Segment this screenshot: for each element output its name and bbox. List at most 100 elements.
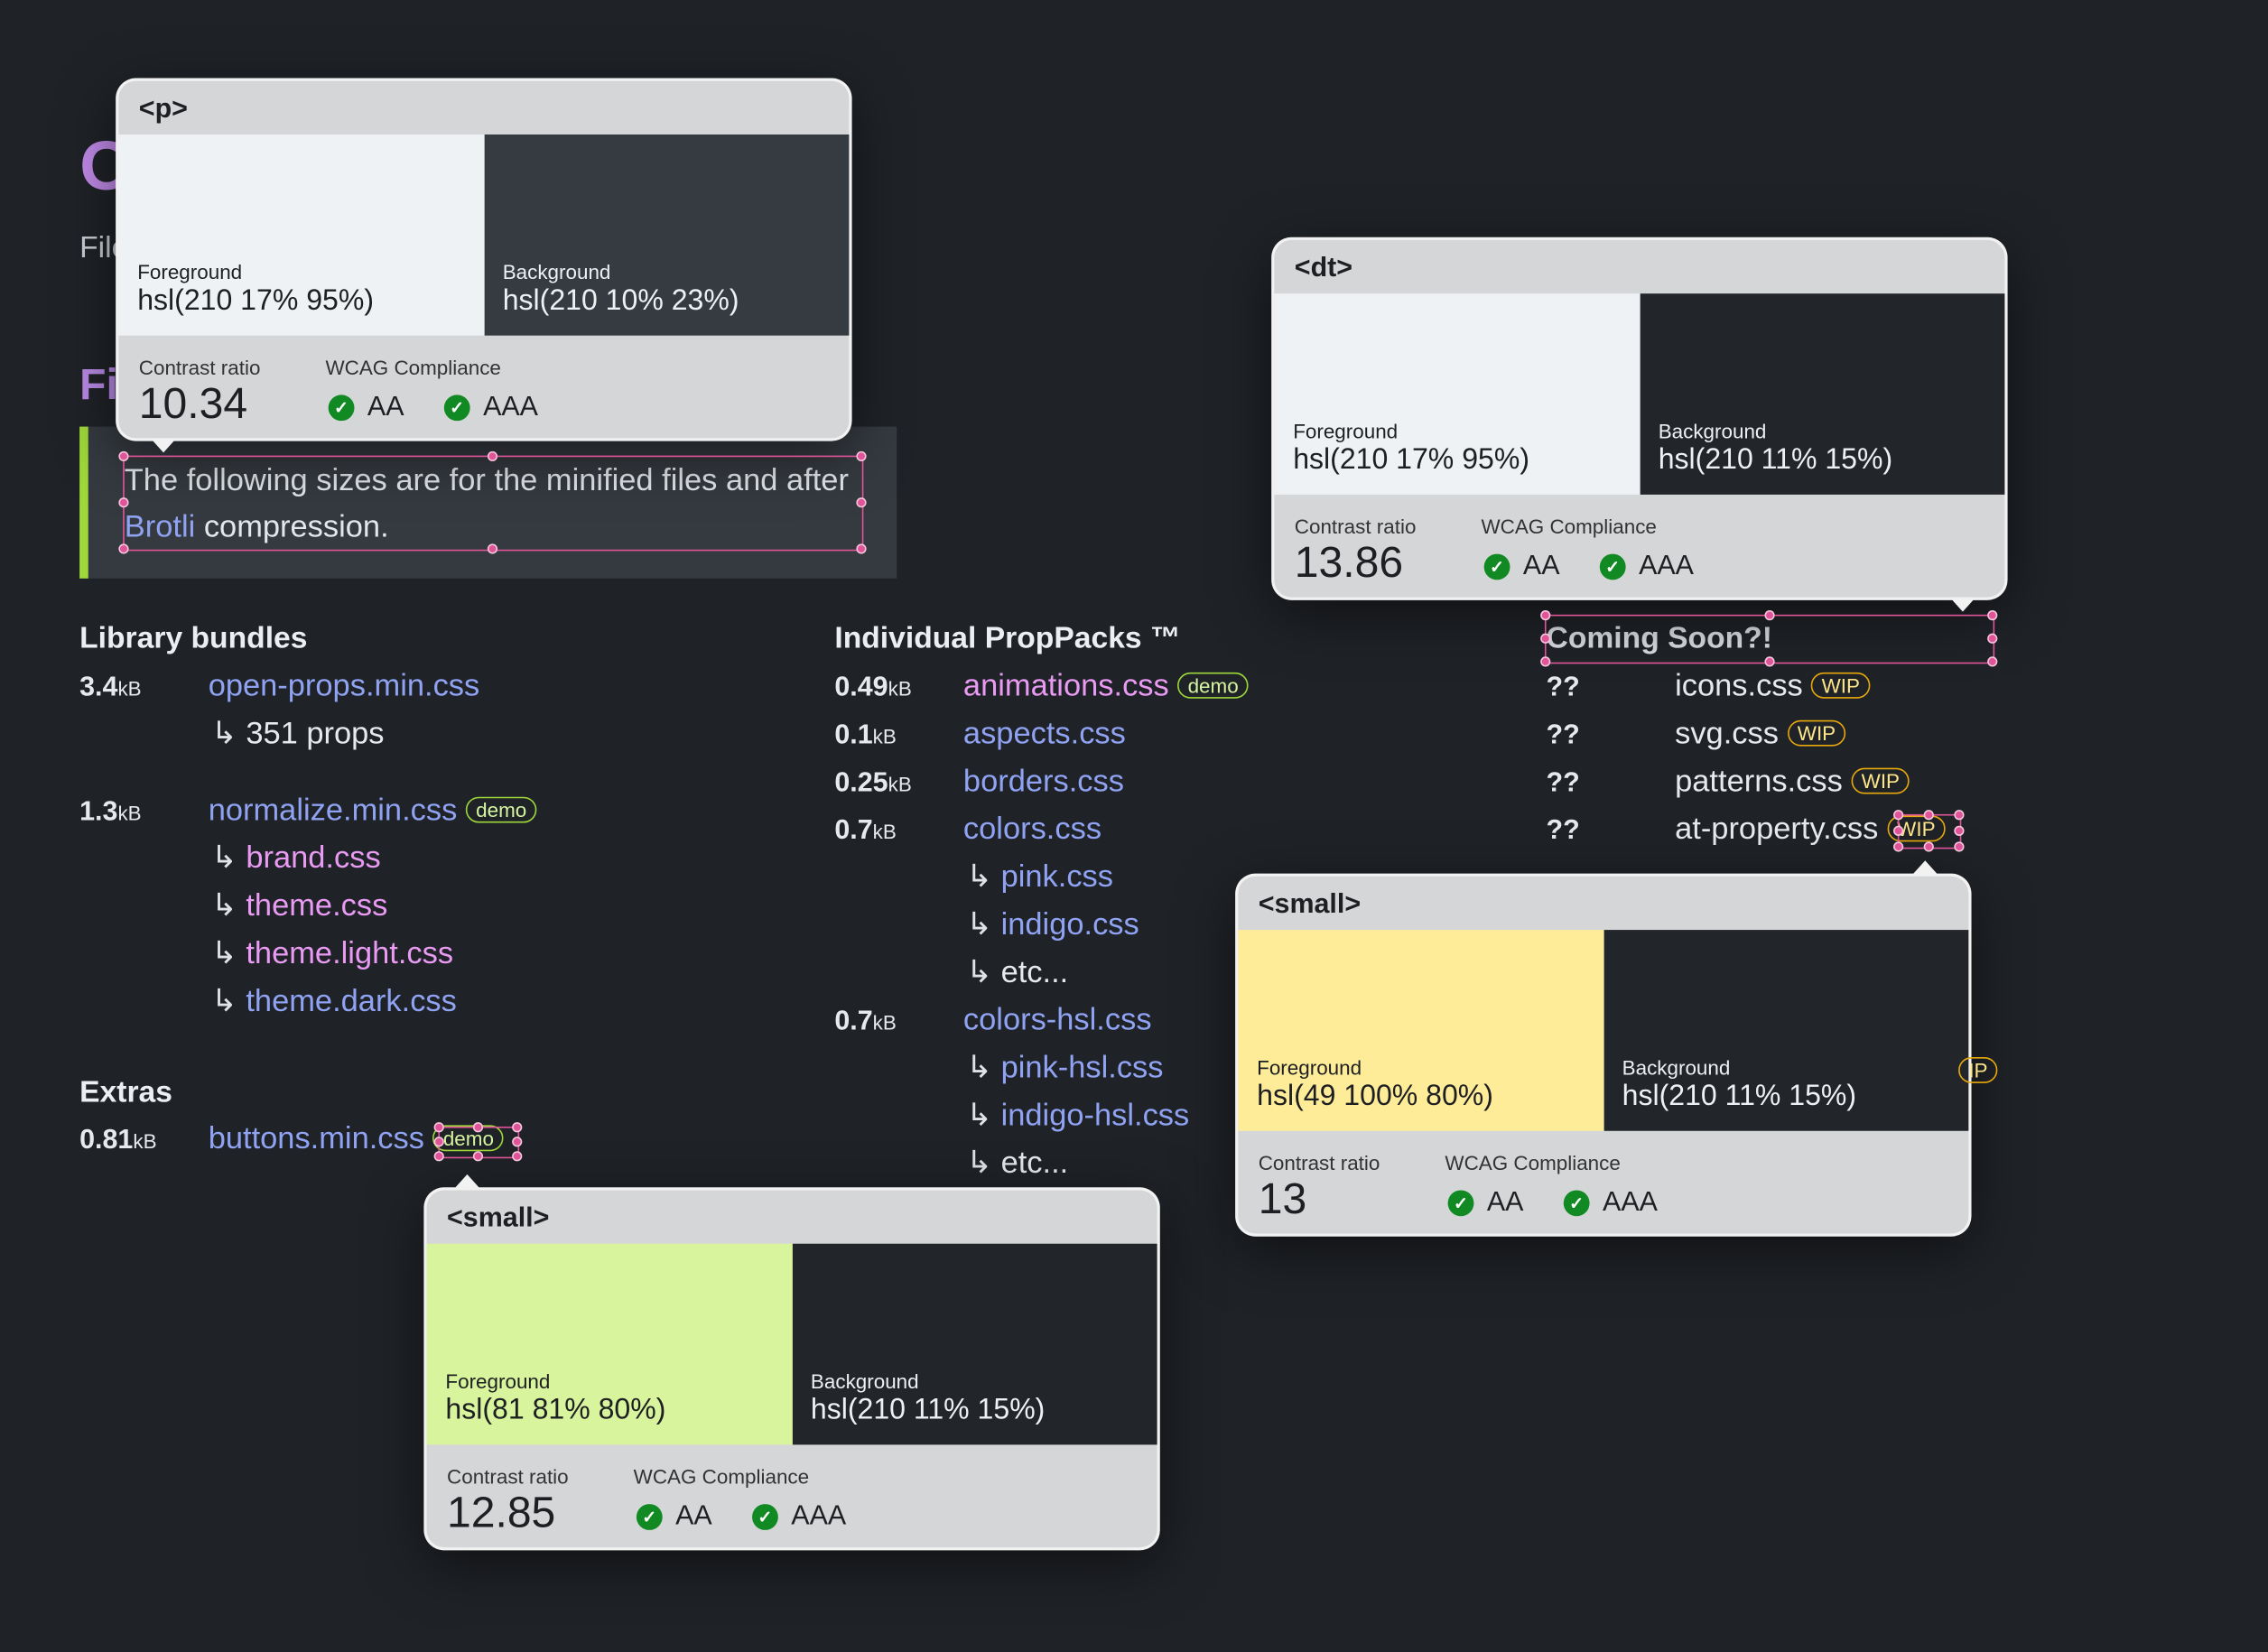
return-arrow-icon: ↳ (210, 983, 246, 1018)
file-name[interactable]: svg.css (1675, 716, 1779, 750)
file-name[interactable]: borders.css (963, 764, 1124, 798)
file-name[interactable]: aspects.css (963, 716, 1126, 750)
file-size: 0.1kB (834, 720, 897, 752)
file-size: ?? (1547, 816, 1580, 848)
sub-file[interactable]: ↳ brand.css (211, 840, 381, 877)
wcag-level: AA (675, 1500, 712, 1532)
sub-file-name[interactable]: brand.css (246, 840, 380, 875)
sub-file[interactable]: ↳ theme.dark.css (211, 983, 457, 1019)
sub-file-name[interactable]: pink.css (1001, 859, 1113, 894)
sub-file: ↳ 351 props (211, 716, 385, 752)
background-value: hsl(210 10% 23%) (502, 284, 739, 317)
file-link[interactable]: colors.css (963, 812, 1101, 848)
proppacks-title: Individual PropPacks ™ (834, 621, 1181, 655)
file-link[interactable]: borders.css (963, 764, 1124, 800)
foreground-swatch: Foreground hsl(210 17% 95%) (1274, 293, 1640, 495)
background-swatch: Background hsl(210 11% 15%) (1603, 930, 1969, 1131)
selection-outline-small-demo (433, 1122, 523, 1162)
foreground-value: hsl(49 100% 80%) (1257, 1080, 1493, 1112)
sub-file-name: etc... (1000, 954, 1069, 989)
popover-arrow (1911, 860, 1938, 876)
size-value: 0.49 (834, 672, 888, 703)
return-arrow-icon: ↳ (966, 1145, 1001, 1181)
size-value: ?? (1546, 672, 1580, 703)
size-value: ?? (1546, 719, 1580, 751)
demo-badge[interactable]: demo (1177, 672, 1249, 699)
sub-file-name[interactable]: theme.light.css (246, 935, 453, 970)
wcag-label: WCAG Compliance (633, 1464, 810, 1489)
file-size: 0.49kB (834, 673, 911, 704)
contrast-popover: <dt> Foreground hsl(210 17% 95%) Backgro… (1274, 239, 2005, 612)
background-value: hsl(210 11% 15%) (1658, 443, 1893, 477)
file-link[interactable]: icons.css WIP (1675, 668, 1871, 704)
file-link[interactable]: patterns.css WIP (1675, 764, 1910, 800)
size-unit: kB (888, 772, 912, 796)
file-link[interactable]: colors-hsl.css (963, 1002, 1152, 1038)
contrast-popover: <small> Foreground hsl(81 81% 80%) Backg… (426, 1174, 1157, 1548)
foreground-label: Foreground (137, 260, 243, 283)
file-link[interactable]: svg.css WIP (1675, 716, 1846, 752)
size-value: 3.4 (79, 672, 118, 703)
wcag-aaa: ✓ AAA (752, 1501, 846, 1533)
return-arrow-icon: ↳ (966, 1097, 1001, 1133)
wcag-label: WCAG Compliance (325, 356, 501, 379)
file-link[interactable]: open-props.min.css (209, 668, 480, 704)
sub-file-name[interactable]: pink-hsl.css (1001, 1050, 1164, 1084)
file-link[interactable]: normalize.min.css demo (209, 793, 537, 829)
size-value: 1.3 (79, 796, 118, 828)
size-value: 0.81 (79, 1125, 134, 1155)
sub-file[interactable]: ↳ theme.css (211, 888, 387, 924)
contrast-ratio-value: 10.34 (138, 380, 248, 429)
file-size: ?? (1547, 673, 1580, 704)
wcag-aa: ✓ AA (636, 1500, 712, 1533)
sub-file[interactable]: ↳ pink-hsl.css (966, 1050, 1163, 1086)
foreground-swatch: Foreground hsl(210 17% 95%) (118, 134, 484, 336)
return-arrow-icon: ↳ (210, 935, 246, 970)
wcag-aa: ✓ AA (328, 392, 404, 423)
demo-badge[interactable]: demo (465, 796, 537, 823)
wcag-level: AA (1486, 1187, 1524, 1218)
file-name[interactable]: colors-hsl.css (963, 1002, 1152, 1036)
sub-file-name[interactable]: theme.css (246, 888, 387, 923)
file-link[interactable]: animations.css demo (963, 668, 1249, 704)
foreground-label: Foreground (445, 1369, 551, 1393)
wcag-level: AAA (1639, 551, 1694, 582)
background-label: Background (502, 260, 611, 283)
return-arrow-icon: ↳ (966, 906, 1001, 942)
foreground-swatch: Foreground hsl(81 81% 80%) (426, 1243, 793, 1445)
background-value: hsl(210 11% 15%) (810, 1394, 1046, 1426)
size-unit: kB (117, 801, 142, 825)
file-name[interactable]: open-props.min.css (209, 668, 480, 702)
file-link[interactable]: aspects.css (963, 716, 1126, 752)
file-size: ?? (1547, 768, 1580, 800)
file-name[interactable]: colors.css (963, 812, 1101, 846)
background-value: hsl(210 11% 15%) (1622, 1080, 1857, 1112)
wip-badge: WIP (1811, 672, 1871, 699)
sub-file-name[interactable]: indigo-hsl.css (1001, 1098, 1190, 1132)
contrast-ratio-label: Contrast ratio (138, 356, 261, 379)
file-name[interactable]: normalize.min.css (209, 793, 458, 827)
wcag-level: AAA (1603, 1187, 1658, 1218)
sub-file-name[interactable]: theme.dark.css (246, 983, 457, 1017)
file-size: 0.7kB (834, 1007, 897, 1038)
check-icon: ✓ (752, 1504, 778, 1530)
file-name[interactable]: buttons.min.css (209, 1121, 424, 1155)
sub-file[interactable]: ↳ theme.light.css (211, 935, 453, 971)
file-name[interactable]: icons.css (1675, 668, 1803, 702)
file-name[interactable]: animations.css (963, 668, 1169, 702)
foreground-value: hsl(210 17% 95%) (1293, 443, 1530, 477)
element-tag: <small> (1258, 889, 1362, 920)
sub-file[interactable]: ↳ indigo-hsl.css (966, 1098, 1189, 1134)
size-value: ?? (1546, 767, 1580, 799)
size-unit: kB (872, 820, 897, 843)
selection-outline-small-wip (1893, 810, 1965, 852)
file-name[interactable]: patterns.css (1675, 764, 1843, 798)
size-unit: kB (872, 1010, 897, 1035)
size-value: 0.25 (834, 767, 888, 799)
sub-file-name[interactable]: indigo.css (1001, 906, 1139, 941)
file-name[interactable]: at-property.css (1675, 812, 1878, 846)
sub-file[interactable]: ↳ indigo.css (966, 906, 1139, 942)
wcag-level: AAA (791, 1500, 847, 1532)
size-unit: kB (872, 724, 897, 748)
sub-file[interactable]: ↳ pink.css (966, 859, 1113, 896)
